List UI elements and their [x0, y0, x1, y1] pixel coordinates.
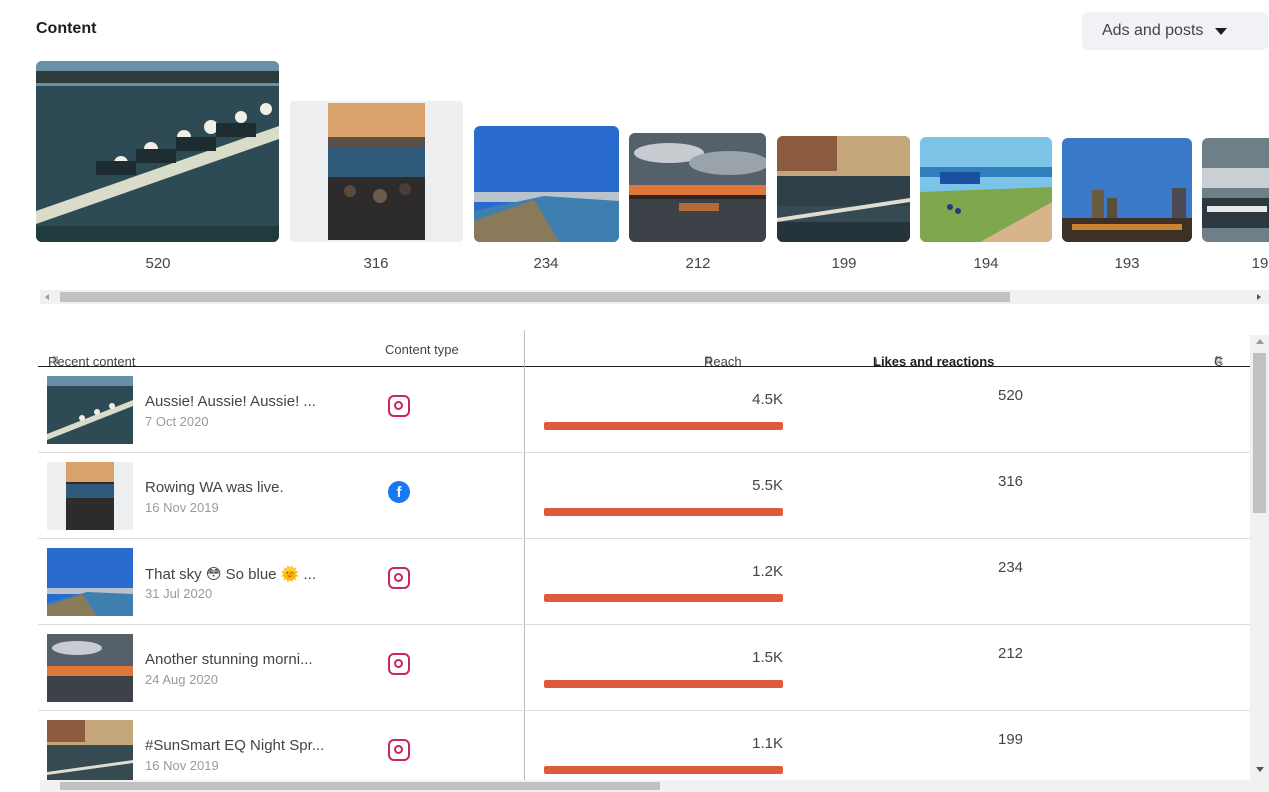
row-thumbnail: [47, 548, 133, 616]
instagram-icon: [388, 739, 410, 761]
table-horizontal-scrollbar[interactable]: [40, 780, 1269, 792]
reach-value: 1.1K: [752, 735, 783, 752]
scroll-up-arrow-icon[interactable]: [1256, 339, 1264, 344]
rowing-photo: [36, 61, 279, 242]
post-text[interactable]: Another stunning morni...: [145, 651, 313, 668]
reach-bar: [544, 422, 783, 430]
reach-value: 5.5K: [752, 477, 783, 494]
table-row[interactable]: Rowing WA was live. 16 Nov 2019 f 5.5K 3…: [38, 453, 1250, 539]
reach-value: 1.2K: [752, 563, 783, 580]
reach-bar: [544, 594, 783, 602]
reach-bar: [544, 766, 783, 774]
facebook-icon: f: [388, 481, 410, 503]
event-site-photo: [920, 137, 1052, 242]
content-thumbnail[interactable]: [1062, 138, 1192, 242]
post-text[interactable]: #SunSmart EQ Night Spr...: [145, 737, 324, 754]
scroll-left-arrow-icon[interactable]: [45, 294, 49, 300]
section-title: Content: [36, 20, 97, 37]
thumbnail-likes-count: 316: [363, 255, 389, 272]
content-thumbnail[interactable]: [1202, 138, 1269, 242]
content-thumbnail[interactable]: [290, 101, 463, 242]
blue-sky-photo: [474, 126, 619, 242]
instagram-icon: [388, 395, 410, 417]
thumbnail-likes-count: 199: [831, 255, 857, 272]
city-skyline-photo: [1062, 138, 1192, 242]
scrollbar-thumb[interactable]: [60, 292, 1010, 302]
content-thumbnail-strip: 520 316 234 212 199 194 193 19: [0, 55, 1269, 285]
table-row[interactable]: Another stunning morni... 24 Aug 2020 1.…: [38, 625, 1250, 711]
thumbnail-likes-count: 194: [973, 255, 999, 272]
thumbnail-likes-count: 19: [1251, 255, 1269, 272]
thumbnail-likes-count: 212: [685, 255, 711, 272]
scroll-down-arrow-icon[interactable]: [1256, 767, 1264, 772]
post-date: 16 Nov 2019: [145, 758, 219, 773]
thumbnail-likes-count: 193: [1114, 255, 1140, 272]
row-thumbnail: [47, 376, 133, 444]
scrollbar-thumb[interactable]: [1253, 353, 1266, 513]
content-thumbnail[interactable]: [629, 133, 766, 242]
reach-value: 4.5K: [752, 391, 783, 408]
content-thumbnail[interactable]: [920, 137, 1052, 242]
dropdown-label: Ads and posts: [1102, 22, 1204, 39]
likes-value: 234: [998, 559, 1024, 576]
post-text[interactable]: Rowing WA was live.: [145, 479, 284, 496]
post-date: 24 Aug 2020: [145, 672, 219, 687]
caret-down-icon: [1215, 27, 1228, 35]
table-row[interactable]: Aussie! Aussie! Aussie! ... 7 Oct 2020 4…: [38, 367, 1250, 453]
post-text[interactable]: That sky 😳 So blue 🌞 ...: [145, 565, 316, 583]
thumbnail-likes-count: 234: [533, 255, 559, 272]
reach-value: 1.5K: [752, 649, 783, 666]
content-thumbnail[interactable]: [36, 61, 279, 242]
riverside-photo: [777, 136, 910, 242]
content-thumbnail[interactable]: [777, 136, 910, 242]
likes-value: 199: [998, 731, 1024, 748]
post-date: 31 Jul 2020: [145, 586, 213, 601]
instagram-icon: [388, 567, 410, 589]
table-row[interactable]: That sky 😳 So blue 🌞 ... 31 Jul 2020 1.2…: [38, 539, 1250, 625]
post-date: 16 Nov 2019: [145, 500, 219, 515]
sort-icon: ⇅: [48, 355, 61, 367]
post-text[interactable]: Aussie! Aussie! Aussie! ...: [145, 393, 316, 410]
sunrise-photo: [629, 133, 766, 242]
live-video-photo: [328, 103, 425, 240]
column-header-content-type[interactable]: Content type: [385, 342, 459, 357]
ads-and-posts-dropdown[interactable]: Ads and posts: [1082, 12, 1268, 50]
likes-value: 212: [998, 645, 1024, 662]
scrollbar-thumb[interactable]: [60, 782, 660, 790]
likes-value: 316: [998, 473, 1024, 490]
reach-bar: [544, 680, 783, 688]
row-thumbnail: [47, 462, 133, 530]
table-row[interactable]: #SunSmart EQ Night Spr... 16 Nov 2019 1.…: [38, 711, 1250, 790]
row-thumbnail: [47, 634, 133, 702]
rowing-event-photo: [1202, 138, 1269, 242]
content-thumbnail[interactable]: [474, 126, 619, 242]
content-table: Recent content ⇅ Content type ⇅ Reach ↓ …: [38, 330, 1250, 790]
row-thumbnail: [47, 720, 133, 788]
thumbnail-horizontal-scrollbar[interactable]: [40, 290, 1269, 304]
table-vertical-scrollbar[interactable]: [1250, 335, 1269, 780]
instagram-icon: [388, 653, 410, 675]
scroll-right-arrow-icon[interactable]: [1257, 294, 1261, 300]
table-header: Recent content ⇅ Content type ⇅ Reach ↓ …: [38, 330, 1250, 369]
post-date: 7 Oct 2020: [145, 414, 209, 429]
likes-value: 520: [998, 387, 1024, 404]
thumbnail-likes-count: 520: [145, 255, 171, 272]
reach-bar: [544, 508, 783, 516]
